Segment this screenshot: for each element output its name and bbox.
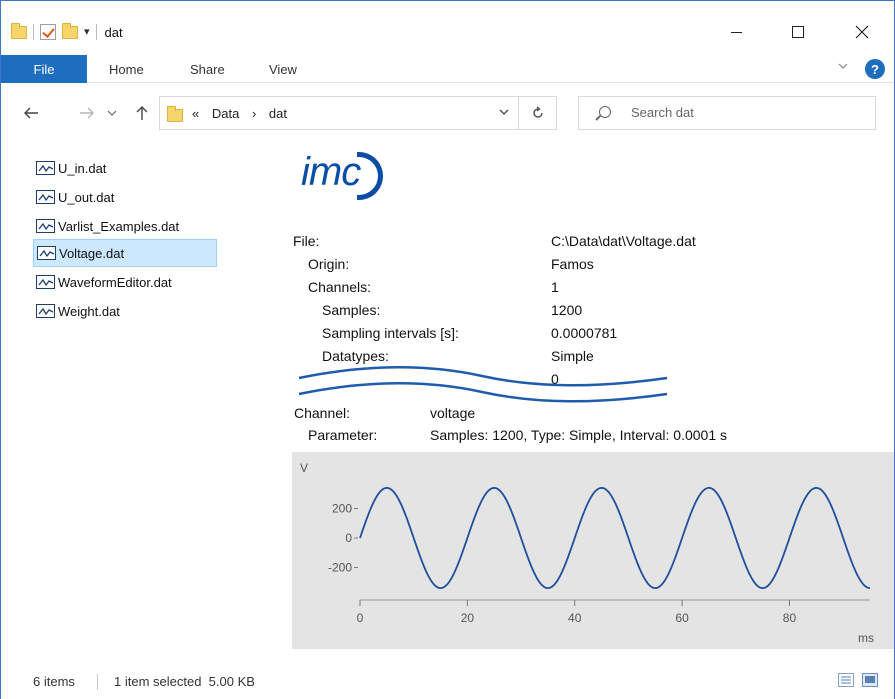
preview-pane: imc File: C:\Data\dat\Voltage.dat Origin… [289,142,894,650]
channel-label: Channel: [294,405,351,421]
y-tick-label: -200 [328,560,352,574]
breadcrumb-item-data[interactable]: Data [212,106,239,121]
breadcrumb-separator[interactable]: › [252,106,256,121]
separator [33,24,34,40]
selection-info: 1 item selected 5.00 KB [114,674,255,689]
file-name: U_in.dat [58,160,107,176]
channels-label: Channels: [308,279,372,295]
ribbon: File Home Share View ? [1,55,894,83]
file-name: WaveformEditor.dat [58,274,172,290]
search-box[interactable] [578,96,876,130]
address-dropdown-icon[interactable] [498,106,510,118]
data-file-icon [36,219,55,233]
data-file-icon [36,304,55,318]
data-file-icon [36,161,55,175]
file-name: Varlist_Examples.dat [58,218,180,234]
x-tick-label: 20 [461,611,475,625]
file-list: U_in.dat U_out.dat Varlist_Examples.dat Vol… [1,142,288,650]
details-view-icon[interactable] [838,673,854,687]
tab-home[interactable]: Home [109,62,144,77]
quick-access-toolbar: ▾ dat [11,21,123,43]
channel-value: voltage [430,405,476,421]
voltage-series-line [359,486,871,590]
tab-view[interactable]: View [269,62,297,77]
properties-icon[interactable] [40,24,56,40]
maximize-icon [792,26,804,38]
file-name: Voltage.dat [59,245,125,261]
folder-icon [167,106,183,122]
file-item[interactable]: Voltage.dat [33,239,217,267]
file-name: Weight.dat [58,303,120,319]
x-tick-label: 0 [357,611,364,625]
breadcrumb-item-dat[interactable]: dat [269,106,287,121]
truncation-wave-icon [298,366,668,403]
explorer-window: ▾ dat File Home Share View ? « Data › da… [0,0,895,699]
close-button[interactable] [839,17,885,47]
file-item[interactable]: WaveformEditor.dat [33,268,217,296]
x-tick-label: 40 [568,611,582,625]
imc-logo: imc [301,150,361,194]
y-tick-label: 200 [332,502,352,516]
forward-arrow-icon[interactable] [79,105,95,121]
minimize-button[interactable] [713,17,759,47]
origin-label: Origin: [308,256,350,272]
breadcrumb-overflow[interactable]: « [192,106,199,121]
refresh-icon [532,106,543,118]
help-icon[interactable]: ? [865,59,885,79]
large-icons-view-icon[interactable] [862,673,878,687]
close-icon [855,25,869,39]
file-label: File: [293,233,320,249]
search-input[interactable] [631,105,851,120]
separator [97,674,98,690]
refresh-button[interactable] [519,96,557,130]
channels-value: 1 [551,279,559,295]
file-value: C:\Data\dat\Voltage.dat [551,233,696,249]
data-file-icon [36,275,55,289]
new-folder-icon[interactable] [62,22,78,39]
chart-svg: V 200 0 -200 0 20 40 60 80 ms [300,461,874,645]
items-count: 6 items [33,674,75,689]
expand-ribbon-icon[interactable] [837,60,849,72]
back-arrow-icon[interactable] [23,105,39,121]
navigation-bar: « Data › dat [1,84,894,142]
up-arrow-icon[interactable] [134,105,150,121]
data-file-icon [36,190,55,204]
parameter-value: Samples: 1200, Type: Simple, Interval: 0… [430,427,728,443]
x-tick-label: 80 [783,611,797,625]
window-title: dat [104,24,123,40]
file-name: U_out.dat [58,189,115,205]
breadcrumb: « Data › dat [192,106,296,121]
file-item[interactable]: Varlist_Examples.dat [33,212,217,240]
cut-value: 0 [551,371,559,387]
search-icon [599,106,611,118]
y-axis-label: V [300,461,308,475]
file-item[interactable]: Weight.dat [33,297,217,325]
x-axis-label: ms [858,631,874,645]
recent-locations-icon[interactable] [107,108,117,118]
x-tick-label: 60 [675,611,689,625]
file-item[interactable]: U_in.dat [33,154,217,182]
samples-value: 1200 [551,302,583,318]
interval-value: 0.0000781 [551,325,618,341]
file-item[interactable]: U_out.dat [33,183,217,211]
folder-icon [11,22,27,39]
parameter-label: Parameter: [308,427,378,443]
data-file-icon [37,246,56,260]
tab-file[interactable]: File [1,55,87,83]
tab-share[interactable]: Share [190,62,225,77]
status-bar: 6 items 1 item selected 5.00 KB [1,663,894,699]
maximize-button[interactable] [775,17,821,47]
minimize-icon [730,31,742,33]
title-bar: ▾ dat [1,1,894,55]
samples-label: Samples: [322,302,381,318]
customize-toolbar-dropdown[interactable]: ▾ [84,24,90,40]
imc-logo-arc [357,152,383,200]
y-tick-label: 0 [345,531,352,545]
voltage-chart: V 200 0 -200 0 20 40 60 80 ms [292,452,894,649]
separator [95,24,97,40]
origin-value: Famos [551,256,594,272]
address-bar[interactable]: « Data › dat [159,96,519,130]
interval-label: Sampling intervals [s]: [322,325,459,341]
